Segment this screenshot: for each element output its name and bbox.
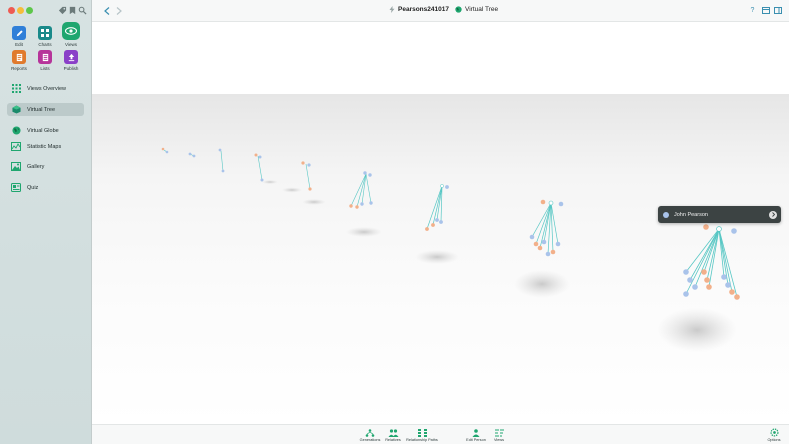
lists-tool-button[interactable]: Lists [32, 50, 58, 71]
views-list-icon [490, 428, 508, 437]
close-window-button[interactable] [8, 7, 15, 14]
sidebar-item-virtual-tree[interactable]: Virtual Tree [7, 103, 84, 116]
sidebar: Edit Charts Views Reports Lists Publish … [0, 0, 92, 444]
sidebar-item-label: Gallery [27, 163, 45, 170]
relationship-paths-button[interactable]: Relationship Paths [405, 428, 439, 442]
sidebar-item-label: Virtual Globe [27, 127, 59, 134]
charts-tool-button[interactable]: Charts [32, 26, 58, 47]
publish-tool-label: Publish [63, 66, 79, 71]
view-title-text: Virtual Tree [465, 6, 499, 13]
app-window: Edit Charts Views Reports Lists Publish … [0, 0, 789, 444]
popover-person-name: John Pearson [674, 211, 708, 218]
relatives-icon [383, 428, 403, 437]
tree-generation-4[interactable] [254, 153, 264, 182]
sidebar-item-label: Statistic Maps [27, 143, 62, 150]
cube-icon [11, 105, 21, 114]
document-title: Pearsons241017 [389, 6, 449, 13]
back-button[interactable] [102, 6, 111, 15]
maximize-window-button[interactable] [26, 7, 33, 14]
open-person-button[interactable] [769, 210, 777, 219]
reports-tool-button[interactable]: Reports [6, 50, 32, 71]
chevron-left-icon [103, 6, 109, 15]
views-tool-label: Views [65, 42, 77, 47]
quiz-icon [11, 183, 21, 192]
relationship-paths-label: Relationship Paths [406, 438, 438, 442]
tree-generation-1[interactable] [161, 147, 169, 154]
lists-icon [38, 50, 52, 64]
document-title-text: Pearsons241017 [398, 6, 449, 13]
sidebar-item-virtual-globe[interactable]: Virtual Globe [7, 124, 84, 137]
generations-label: Generations [359, 438, 381, 442]
relatives-label: Relatives [385, 438, 401, 442]
sidebar-item-views-overview[interactable]: Views Overview [7, 82, 84, 95]
sidebar-right-icon [773, 7, 782, 14]
sidebar-item-label: Views Overview [27, 85, 67, 92]
upload-icon [64, 50, 78, 64]
edit-person-button[interactable]: Edit Person [464, 428, 488, 442]
relationship-paths-icon [405, 428, 439, 437]
tree-generation-5[interactable] [301, 161, 312, 191]
views-label: Views [493, 438, 505, 442]
view-title: Virtual Tree [455, 6, 498, 13]
virtual-tree-canvas[interactable]: John Pearson [92, 22, 789, 424]
edit-tool-button[interactable]: Edit [6, 26, 32, 47]
views-button[interactable]: Views [490, 428, 508, 442]
tree-generation-2[interactable] [188, 152, 196, 158]
generations-icon [358, 428, 382, 437]
gallery-icon [11, 162, 21, 171]
options-button[interactable]: Options [765, 428, 783, 442]
person-icon [464, 428, 488, 437]
sidebar-item-quiz[interactable]: Quiz [7, 181, 84, 194]
chevron-right-icon [116, 6, 122, 15]
bolt-icon [389, 6, 395, 13]
tree-generation-7[interactable] [425, 184, 449, 231]
tree-generation-8[interactable] [529, 199, 564, 257]
question-mark-icon: ? [750, 7, 755, 14]
publish-tool-button[interactable]: Publish [58, 50, 84, 71]
toggle-inspector-button[interactable] [761, 6, 770, 15]
globe-icon [11, 126, 21, 135]
bottom-toolbar: Generations Relatives Relationship Paths… [92, 424, 789, 444]
map-icon [11, 142, 21, 151]
gear-icon [765, 428, 783, 437]
charts-tool-label: Charts [38, 42, 52, 47]
globe-icon [455, 6, 462, 13]
toggle-sidebar-button[interactable] [773, 6, 782, 15]
sidebar-item-label: Virtual Tree [27, 106, 56, 113]
grid-icon [11, 84, 21, 93]
minimize-window-button[interactable] [17, 7, 24, 14]
views-tool-button[interactable]: Views [58, 22, 84, 47]
options-label: Options [767, 438, 781, 442]
charts-icon [38, 26, 52, 40]
relatives-button[interactable]: Relatives [383, 428, 403, 442]
sidebar-item-label: Quiz [27, 184, 39, 191]
edit-tool-label: Edit [15, 42, 23, 47]
tag-icon[interactable] [58, 6, 67, 15]
bookmark-icon[interactable] [68, 6, 77, 15]
window-icon [761, 7, 770, 14]
search-person-icon[interactable] [78, 6, 87, 15]
reports-tool-label: Reports [11, 66, 27, 71]
generations-button[interactable]: Generations [358, 428, 382, 442]
tree-generation-6[interactable] [349, 171, 373, 209]
forward-button[interactable] [114, 6, 123, 15]
lists-tool-label: Lists [40, 66, 50, 71]
male-person-icon [663, 211, 669, 218]
eye-icon [62, 22, 80, 40]
edit-person-label: Edit Person [466, 438, 486, 442]
tree-generation-3[interactable] [218, 148, 225, 173]
tree-generation-9[interactable] [683, 224, 740, 300]
title-bar: Pearsons241017 Virtual Tree ? [92, 0, 789, 22]
reports-icon [12, 50, 26, 64]
sidebar-item-statistic-maps[interactable]: Statistic Maps [7, 140, 84, 153]
pencil-icon [12, 26, 26, 40]
person-popover[interactable]: John Pearson [658, 206, 781, 223]
sidebar-item-gallery[interactable]: Gallery [7, 160, 84, 173]
virtual-tree-scene[interactable] [92, 22, 789, 424]
help-button[interactable]: ? [748, 6, 757, 15]
chevron-right-icon [771, 212, 775, 217]
